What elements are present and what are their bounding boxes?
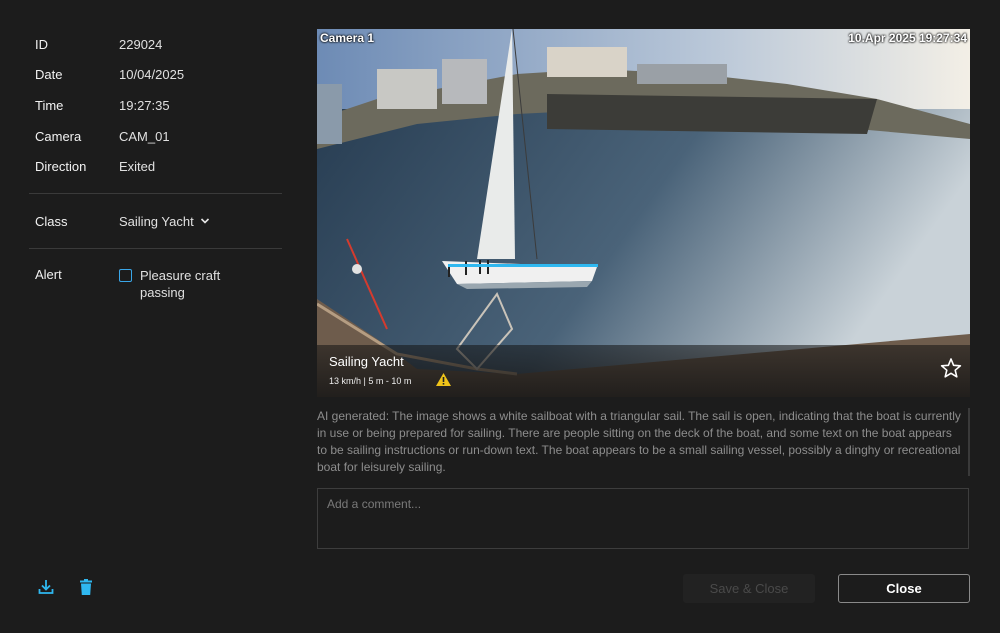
alert-checkbox-group[interactable]: Pleasure craft passing <box>119 267 240 301</box>
warning-icon <box>435 372 452 387</box>
object-info: 13 km/h | 5 m - 10 m <box>329 376 412 386</box>
time-label: Time <box>35 98 64 113</box>
class-row: Class Sailing Yacht <box>35 214 210 229</box>
alert-row: Alert Pleasure craft passing <box>35 267 240 301</box>
event-image: Camera 1 10.Apr 2025 19:27:34 Sailing Ya… <box>317 29 970 397</box>
date-value: 10/04/2025 <box>119 67 185 82</box>
id-value: 229024 <box>119 37 163 52</box>
details-panel: ID 229024 Date 10/04/2025 Time 19:27:35 … <box>0 0 300 633</box>
save-close-button[interactable]: Save & Close <box>683 574 815 603</box>
detail-row-date: Date 10/04/2025 <box>35 67 184 82</box>
date-label: Date <box>35 67 63 82</box>
chevron-down-icon <box>200 214 210 229</box>
divider <box>29 248 282 249</box>
object-title: Sailing Yacht <box>329 354 404 369</box>
detail-row-id: ID 229024 <box>35 37 162 52</box>
direction-value: Exited <box>119 159 156 174</box>
camera-label: Camera <box>35 129 82 144</box>
alert-option-label: Pleasure craft passing <box>140 268 221 300</box>
image-caption-bar: Sailing Yacht 13 km/h | 5 m - 10 m <box>317 345 970 397</box>
detail-row-time: Time 19:27:35 <box>35 98 170 113</box>
alert-label: Alert <box>35 267 62 282</box>
alert-checkbox[interactable] <box>119 269 132 282</box>
camera-value: CAM_01 <box>119 129 170 144</box>
class-dropdown[interactable]: Sailing Yacht <box>119 214 210 229</box>
camera-overlay: Camera 1 <box>320 31 375 45</box>
divider <box>29 193 282 194</box>
download-icon[interactable] <box>37 578 55 596</box>
detail-row-direction: Direction Exited <box>35 159 155 174</box>
class-value: Sailing Yacht <box>119 214 194 229</box>
time-value: 19:27:35 <box>119 98 170 113</box>
timestamp-overlay: 10.Apr 2025 19:27:34 <box>848 31 967 45</box>
detail-row-camera: Camera CAM_01 <box>35 129 170 144</box>
ai-description: AI generated: The image shows a white sa… <box>317 409 961 474</box>
ai-description-scrollbar[interactable] <box>968 408 970 476</box>
comment-input[interactable] <box>317 488 969 549</box>
id-label: ID <box>35 37 48 52</box>
direction-label: Direction <box>35 159 87 174</box>
harbor-photo <box>317 29 970 397</box>
star-icon[interactable] <box>940 357 962 379</box>
close-button[interactable]: Close <box>838 574 970 603</box>
class-label: Class <box>35 214 68 229</box>
footer-actions <box>37 578 95 596</box>
trash-icon[interactable] <box>77 578 95 596</box>
